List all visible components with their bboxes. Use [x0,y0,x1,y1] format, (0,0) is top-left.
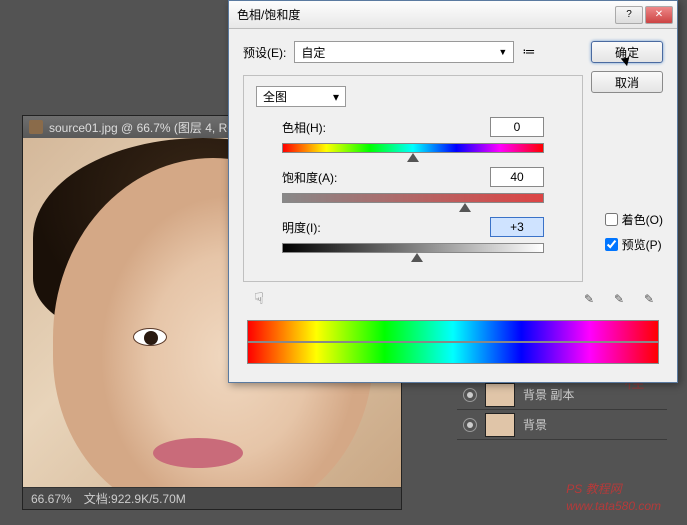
preset-dropdown[interactable]: 自定 ▼ [294,41,514,63]
saturation-label: 饱和度(A): [282,169,337,186]
preset-label: 预设(E): [243,44,286,61]
spectrum-bar-result[interactable] [247,342,659,364]
close-button[interactable]: ✕ [645,6,673,24]
sliders-group: 全图 ▾ 色相(H): 0 饱和度(A): 40 [243,75,583,282]
lightness-input[interactable]: +3 [490,217,544,237]
visibility-icon[interactable] [463,388,477,402]
saturation-input[interactable]: 40 [490,167,544,187]
hue-input[interactable]: 0 [490,117,544,137]
range-dropdown[interactable]: 全图 ▾ [256,86,346,107]
saturation-slider-block: 饱和度(A): 40 [256,167,570,203]
preview-input[interactable] [605,238,618,251]
eyedropper-subtract-icon[interactable]: ✎ [639,289,659,309]
document-statusbar: 66.67% 文档:922.9K/5.70M [23,487,401,509]
watermark-line1: PS 教程网 [566,481,661,498]
chevron-down-icon: ▾ [333,90,339,104]
watermark: PS 教程网 www.tata580.com [566,481,661,515]
colorize-checkbox[interactable]: 着色(O) [605,211,663,228]
layer-thumbnail[interactable] [485,383,515,407]
document-icon [29,120,43,134]
dialog-title: 色相/饱和度 [237,6,300,23]
preset-menu-icon[interactable]: ≔ [522,44,535,60]
saturation-track[interactable] [282,193,544,203]
preview-checkbox[interactable]: 预览(P) [605,236,663,253]
eyedropper-add-icon[interactable]: ✎ [609,289,629,309]
chevron-down-icon: ▼ [498,47,507,57]
colorize-label: 着色(O) [622,211,663,228]
layer-name[interactable]: 背景 副本 [523,386,574,403]
saturation-thumb[interactable] [459,203,471,212]
watermark-line2: www.tata580.com [566,498,661,515]
scrub-icon[interactable]: ☟ [247,288,271,310]
lightness-slider-block: 明度(I): +3 [256,217,570,253]
colorize-input[interactable] [605,213,618,226]
layer-thumbnail[interactable] [485,413,515,437]
lightness-label: 明度(I): [282,219,321,236]
doc-size: 文档:922.9K/5.70M [84,490,186,507]
hue-label: 色相(H): [282,119,326,136]
hue-thumb[interactable] [407,153,419,162]
cancel-button[interactable]: 取消 [591,71,663,93]
document-title: source01.jpg @ 66.7% (图层 4, RGB [49,119,245,136]
ok-button[interactable]: 确定 [591,41,663,63]
visibility-icon[interactable] [463,418,477,432]
preview-label: 预览(P) [622,236,662,253]
hue-track[interactable] [282,143,544,153]
layer-name[interactable]: 背景 [523,416,547,433]
lightness-track[interactable] [282,243,544,253]
preset-value: 自定 [301,44,325,61]
zoom-level[interactable]: 66.67% [31,492,72,506]
hue-slider-block: 色相(H): 0 [256,117,570,153]
spectrum-bar[interactable] [247,320,659,342]
hue-saturation-dialog: 色相/饱和度 ? ✕ 预设(E): 自定 ▼ ≔ 确定 取消 全图 ▾ [228,0,678,383]
eyedropper-icon[interactable]: ✎ [579,289,599,309]
dialog-titlebar[interactable]: 色相/饱和度 ? ✕ [229,1,677,29]
lightness-thumb[interactable] [411,253,423,262]
help-button[interactable]: ? [615,6,643,24]
range-value: 全图 [263,88,287,105]
